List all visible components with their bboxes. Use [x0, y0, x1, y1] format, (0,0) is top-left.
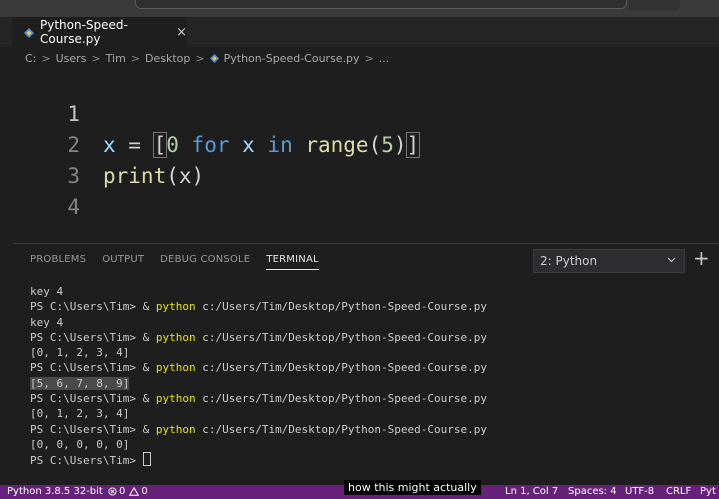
add-terminal-button[interactable]: +	[693, 246, 710, 270]
terminal-line: key 4	[30, 285, 64, 298]
line-number: 4	[67, 195, 80, 219]
breadcrumb-file[interactable]: Python-Speed-Course.py	[224, 52, 360, 65]
error-icon	[108, 487, 117, 496]
terminal-line: [0, 0, 0, 0, 0]	[30, 437, 130, 451]
line-ending[interactable]: CRLF	[666, 486, 691, 497]
bottom-panel: PROBLEMS OUTPUT DEBUG CONSOLE TERMINAL 2…	[13, 244, 719, 485]
terminal-line: PS C:\Users\Tim> & python c:/Users/Tim/D…	[30, 361, 487, 375]
code-line[interactable]: 4	[0, 161, 719, 219]
warning-icon	[129, 487, 140, 496]
indentation[interactable]: Spaces: 4	[568, 486, 617, 497]
code-editor[interactable]: 1 x = [0 for x in range(5)] 2 print(x) 3…	[0, 68, 719, 244]
chevron-right-icon: >	[91, 51, 101, 65]
breadcrumb-desktop[interactable]: Desktop	[145, 52, 190, 65]
tab-problems[interactable]: PROBLEMS	[30, 254, 86, 270]
video-caption: how this might actually	[344, 480, 481, 495]
terminal-line: PS C:\Users\Tim> & python c:/Users/Tim/D…	[30, 300, 487, 314]
title-bar	[0, 0, 719, 17]
tab-terminal[interactable]: TERMINAL	[266, 254, 319, 270]
terminal-line: PS C:\Users\Tim> & python c:/Users/Tim/D…	[30, 330, 487, 344]
breadcrumb-users[interactable]: Users	[56, 52, 87, 65]
tab-output[interactable]: OUTPUT	[102, 254, 144, 270]
breadcrumb-drive[interactable]: C:	[25, 52, 36, 65]
terminal-select[interactable]: 2: Python	[533, 249, 685, 273]
tab-filename: Python-Speed-Course.py	[40, 18, 128, 46]
chevron-right-icon: >	[364, 51, 374, 65]
command-center[interactable]	[135, 0, 627, 9]
terminal-prompt-line: PS C:\Users\Tim>	[30, 452, 151, 467]
terminal-line: [0, 1, 2, 3, 4]	[30, 407, 130, 421]
terminal-cursor	[142, 452, 151, 467]
code-line[interactable]: 3	[0, 130, 719, 188]
terminal-select-value: 2: Python	[540, 254, 598, 268]
terminal-output[interactable]: key 4 PS C:\Users\Tim> & python c:/Users…	[30, 284, 487, 469]
window-controls[interactable]	[628, 0, 680, 10]
problems-indicator[interactable]: 0 0	[108, 486, 148, 497]
cursor-position[interactable]: Ln 1, Col 7	[505, 486, 558, 497]
breadcrumb: C: > Users > Tim > Desktop > Python-Spee…	[25, 50, 389, 66]
python-file-icon	[24, 27, 34, 38]
language-mode[interactable]: Pyt	[700, 486, 716, 497]
terminal-line: key 4	[30, 315, 64, 329]
chevron-right-icon: >	[195, 51, 205, 65]
breadcrumb-tim[interactable]: Tim	[106, 52, 126, 65]
terminal-line: PS C:\Users\Tim> & python c:/Users/Tim/D…	[30, 392, 487, 406]
code-line[interactable]: 1 x = [0 for x in range(5)]	[0, 68, 719, 158]
python-file-icon	[209, 53, 219, 63]
terminal-line: PS C:\Users\Tim> & python c:/Users/Tim/D…	[30, 422, 487, 436]
warning-count: 0	[141, 486, 148, 497]
tab-debug-console[interactable]: DEBUG CONSOLE	[160, 254, 250, 270]
terminal-line-selected: [5, 6, 7, 8, 9]	[30, 376, 130, 390]
code-line[interactable]: 2 print(x)	[0, 99, 719, 188]
chevron-right-icon: >	[41, 51, 51, 65]
tab-bar-empty-area	[187, 17, 719, 47]
chevron-right-icon: >	[130, 51, 141, 65]
python-interpreter[interactable]: Python 3.8.5 32-bit	[7, 486, 103, 497]
error-count: 0	[119, 486, 126, 497]
encoding[interactable]: UTF-8	[625, 486, 654, 497]
chevron-down-icon	[667, 256, 676, 266]
panel-tabs: PROBLEMS OUTPUT DEBUG CONSOLE TERMINAL	[30, 254, 335, 270]
close-icon[interactable]: ×	[176, 25, 187, 40]
breadcrumb-more[interactable]: ...	[379, 52, 390, 65]
terminal-line: [0, 1, 2, 3, 4]	[30, 346, 130, 360]
editor-tab[interactable]: Python-Speed-Course.py ×	[12, 17, 187, 47]
